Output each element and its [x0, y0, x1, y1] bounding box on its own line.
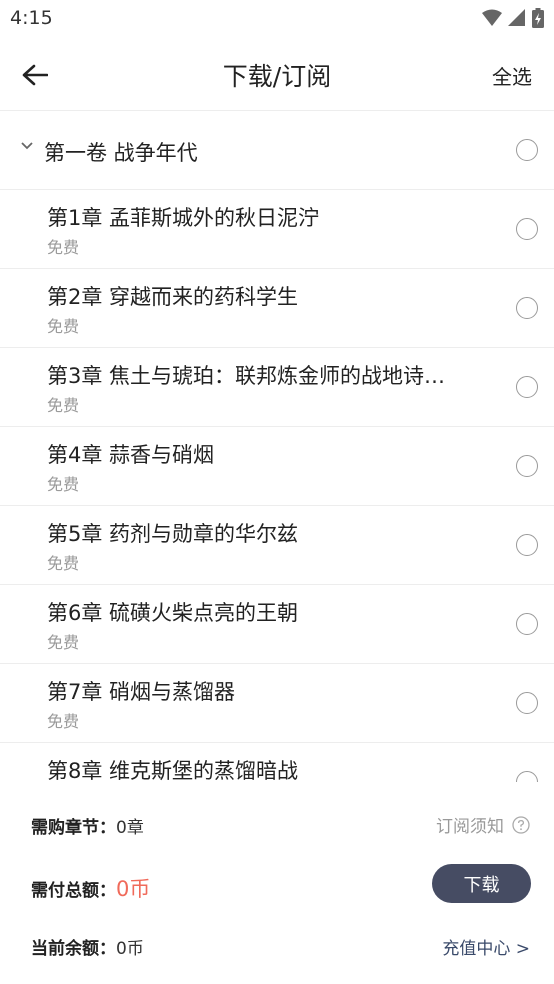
chapter-title: 第7章 硝烟与蒸馏器: [47, 680, 236, 704]
select-all-button[interactable]: 全选: [492, 61, 532, 90]
signal-icon: [508, 9, 525, 26]
chapter-list[interactable]: 第一卷 战争年代 第1章 孟菲斯城外的秋日泥泞 免费 第2章 穿越而来的药科学生…: [0, 111, 554, 782]
chapter-select-radio[interactable]: [516, 692, 538, 714]
chapter-select-radio[interactable]: [516, 376, 538, 398]
chapters-needed-label: 需购章节：: [31, 818, 116, 838]
chapter-title: 第2章 穿越而来的药科学生: [47, 285, 299, 309]
status-time: 4:15: [10, 7, 53, 29]
chapter-price: 免费: [47, 633, 80, 652]
chapter-select-radio[interactable]: [516, 455, 538, 477]
chapter-price: 免费: [47, 238, 80, 257]
chapters-needed-value: 0章: [116, 818, 144, 838]
help-circle-icon: [512, 815, 530, 834]
chapter-title: 第3章 焦土与琥珀：联邦炼金师的战地诗…: [47, 364, 446, 388]
chapter-select-radio[interactable]: [516, 613, 538, 635]
chapter-row[interactable]: 第4章 蒜香与硝烟 免费: [0, 427, 554, 506]
chapter-title: 第8章 维克斯堡的蒸馏暗战: [47, 759, 299, 782]
chapter-select-radio[interactable]: [516, 771, 538, 782]
chapter-title: 第5章 药剂与勋章的华尔兹: [47, 522, 299, 546]
chapter-row[interactable]: 第2章 穿越而来的药科学生 免费: [0, 269, 554, 348]
chapter-row[interactable]: 第3章 焦土与琥珀：联邦炼金师的战地诗… 免费: [0, 348, 554, 427]
chapter-title: 第4章 蒜香与硝烟: [47, 443, 215, 467]
chapter-row[interactable]: 第5章 药剂与勋章的华尔兹 免费: [0, 506, 554, 585]
subscription-notice-link[interactable]: 订阅须知: [436, 812, 530, 837]
total-value: 0币: [116, 877, 151, 901]
chapter-title: 第6章 硫磺火柴点亮的王朝: [47, 601, 299, 625]
chapter-row[interactable]: 第7章 硝烟与蒸馏器 免费: [0, 664, 554, 743]
chapter-row[interactable]: 第1章 孟菲斯城外的秋日泥泞 免费: [0, 190, 554, 269]
battery-charging-icon: [532, 8, 544, 28]
purchase-footer: 需购章节：0章 订阅须知 需付总额：0币 下载 当前余额：0币 充值中心 >: [0, 783, 554, 984]
balance-label: 当前余额：: [31, 939, 116, 959]
system-icons: [482, 8, 544, 28]
download-button[interactable]: 下载: [432, 864, 531, 903]
chapter-price: 免费: [47, 475, 80, 494]
balance-value: 0币: [116, 939, 144, 959]
volume-title: 第一卷 战争年代: [44, 141, 198, 165]
wifi-icon: [482, 9, 502, 26]
chapter-price: 免费: [47, 712, 80, 731]
chapter-row[interactable]: 第6章 硫磺火柴点亮的王朝 免费: [0, 585, 554, 664]
chapter-title: 第1章 孟菲斯城外的秋日泥泞: [47, 206, 320, 230]
volume-select-radio[interactable]: [516, 139, 538, 161]
status-bar: 4:15: [0, 0, 554, 38]
recharge-center-link[interactable]: 充值中心 >: [442, 934, 530, 959]
chevron-down-icon: [21, 142, 33, 150]
chapter-select-radio[interactable]: [516, 297, 538, 319]
volume-header[interactable]: 第一卷 战争年代: [0, 111, 554, 190]
chapter-select-radio[interactable]: [516, 534, 538, 556]
chapter-price: 免费: [47, 317, 80, 336]
chapter-select-radio[interactable]: [516, 218, 538, 240]
app-bar: 下载/订阅 全选: [0, 38, 554, 111]
chapter-row[interactable]: 第8章 维克斯堡的蒸馏暗战: [0, 743, 554, 782]
chapter-price: 免费: [47, 554, 80, 573]
page-title: 下载/订阅: [222, 62, 332, 91]
subscription-notice-label: 订阅须知: [436, 817, 504, 837]
chapter-price: 免费: [47, 396, 80, 415]
total-label: 需付总额：: [31, 881, 116, 901]
